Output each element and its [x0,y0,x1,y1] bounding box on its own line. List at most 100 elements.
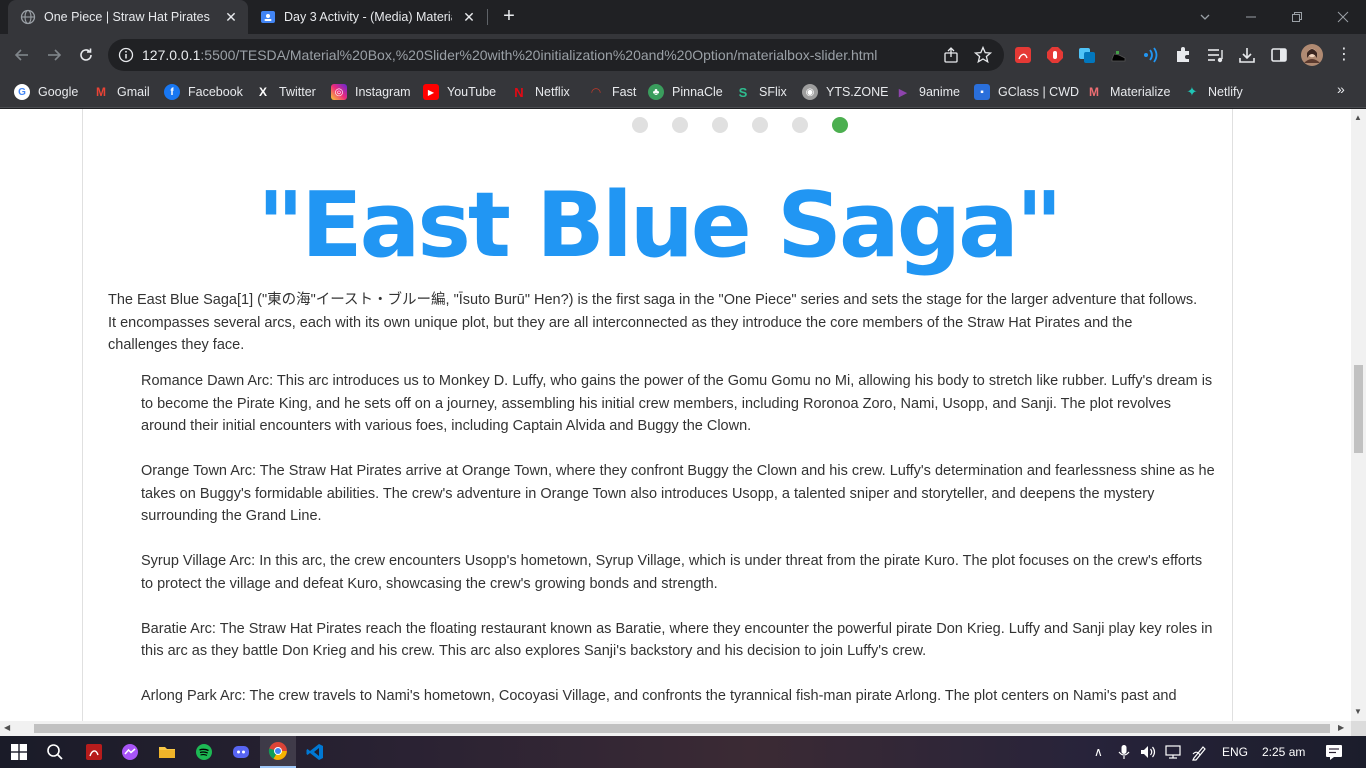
bookmark-label: Twitter [279,85,316,99]
tab-strip: One Piece | Straw Hat Pirates ✕ Day 3 Ac… [0,0,1366,34]
tab-title: Day 3 Activity - (Media) Material [284,10,452,24]
scrollbar-corner [1351,721,1366,736]
pdf-extension-icon[interactable] [1014,46,1032,64]
arc-list: Romance Dawn Arc: This arc introduces us… [141,370,1216,721]
close-tab-icon[interactable]: ✕ [222,8,240,26]
bookmark-label: Materialize [1110,85,1171,99]
close-tab-icon[interactable]: ✕ [460,8,478,26]
address-bar[interactable]: 127.0.0.1:5500/TESDA/Material%20Box,%20S… [108,39,1004,71]
chrome-taskbar-icon[interactable] [260,736,296,768]
microphone-icon[interactable] [1117,744,1131,760]
play-icon: ▶ [898,86,908,99]
language-indicator[interactable]: ENG [1222,745,1248,759]
file-explorer-taskbar-icon[interactable] [156,741,178,763]
menu-kebab-icon[interactable]: ⋮ [1336,46,1352,64]
browser-toolbar: 127.0.0.1:5500/TESDA/Material%20Box,%20S… [0,34,1366,76]
extension-shoe-icon[interactable] [1110,46,1128,64]
pen-workspace-icon[interactable] [1191,743,1209,761]
side-panel-icon[interactable] [1270,46,1288,64]
bookmark-pinnacle[interactable]: ♣ PinnaCle [648,82,723,102]
slider-indicator[interactable] [752,117,768,133]
minimize-icon[interactable] [1228,0,1274,34]
bookmarks-overflow-icon[interactable]: » [1337,81,1345,97]
scroll-up-icon[interactable]: ▲ [1354,113,1362,122]
page-viewport: "East Blue Saga" The East Blue Saga[1] (… [0,109,1351,721]
bookmark-9anime[interactable]: ▶ 9anime [895,82,960,102]
notifications-icon[interactable] [1325,743,1343,761]
acrobat-taskbar-icon[interactable] [83,741,105,763]
horizontal-scrollbar[interactable]: ◀ ▶ [0,721,1351,736]
bookmark-twitter[interactable]: X Twitter [255,82,316,102]
vertical-scrollbar[interactable]: ▲ ▼ [1351,109,1366,721]
bookmark-label: Instagram [355,85,411,99]
scroll-right-icon[interactable]: ▶ [1338,723,1344,732]
arrow-right-icon [48,49,62,61]
scroll-down-icon[interactable]: ▼ [1354,707,1362,716]
materialize-icon: M [1089,85,1099,99]
back-button[interactable] [9,42,35,68]
search-icon[interactable] [44,741,66,763]
messenger-taskbar-icon[interactable] [119,741,141,763]
slider-indicator[interactable] [712,117,728,133]
bookmark-label: YouTube [447,85,497,99]
bookmark-label: YTS.ZONE [826,85,889,99]
network-icon[interactable] [1165,744,1183,760]
bookmark-yts[interactable]: ◉ YTS.ZONE [802,82,889,102]
media-control-icon[interactable] [1206,46,1224,64]
adblock-extension-icon[interactable] [1046,46,1064,64]
slider-indicator-active[interactable] [832,117,848,133]
tab-one-piece[interactable]: One Piece | Straw Hat Pirates ✕ [8,0,248,34]
bookmark-google[interactable]: G Google [14,82,78,102]
bookmark-star-icon[interactable] [974,46,992,64]
facebook-icon: f [164,84,180,100]
audio-extension-icon[interactable] [1142,46,1160,64]
slider-indicators [632,117,848,133]
arrow-left-icon [14,49,28,61]
windows-start-icon[interactable] [8,741,30,763]
bookmark-netflix[interactable]: N Netflix [511,82,569,102]
profile-avatar-icon[interactable] [1301,44,1323,66]
yts-icon: ◉ [802,84,818,100]
slider-indicator[interactable] [672,117,688,133]
tab-search-icon[interactable] [1182,0,1228,34]
slider-indicator[interactable] [632,117,648,133]
extensions-puzzle-icon[interactable] [1174,46,1192,64]
volume-icon[interactable] [1140,744,1158,760]
bookmark-gclass[interactable]: ▪ GClass | CWD [974,82,1079,102]
translate-extension-icon[interactable] [1078,46,1096,64]
bookmark-sflix[interactable]: S SFlix [735,82,787,102]
close-window-icon[interactable] [1320,0,1366,34]
bookmark-label: GClass | CWD [998,85,1080,99]
gmail-icon: M [96,85,106,99]
share-icon[interactable] [942,46,960,64]
scroll-left-icon[interactable]: ◀ [4,723,10,732]
bookmark-youtube[interactable]: ▶ YouTube [423,82,496,102]
clock[interactable]: 2:25 am [1262,745,1305,759]
download-icon[interactable] [1238,46,1256,64]
bookmark-materialize[interactable]: M Materialize [1086,82,1170,102]
bookmark-instagram[interactable]: ◎ Instagram [331,82,411,102]
tray-overflow-icon[interactable]: ∧ [1094,745,1103,759]
new-tab-button[interactable]: + [498,6,520,28]
reload-icon [80,48,92,61]
fast-icon: ◠ [591,85,601,99]
tab-day3-activity[interactable]: Day 3 Activity - (Media) Material ✕ [248,0,486,34]
bookmark-gmail[interactable]: M Gmail [93,82,150,102]
bookmark-label: Netlify [1208,85,1243,99]
site-info-icon[interactable] [118,47,134,63]
horizontal-scroll-thumb[interactable] [34,724,1330,733]
reload-button[interactable] [73,42,99,68]
slider-indicator[interactable] [792,117,808,133]
bookmark-facebook[interactable]: f Facebook [164,82,243,102]
bookmark-fast[interactable]: ◠ Fast [588,82,636,102]
restore-icon[interactable] [1274,0,1320,34]
bookmark-label: Gmail [117,85,150,99]
discord-taskbar-icon[interactable] [230,741,252,763]
bookmark-netlify[interactable]: ✦ Netlify [1184,82,1243,102]
vscode-taskbar-icon[interactable] [304,741,326,763]
vertical-scroll-thumb[interactable] [1354,365,1363,453]
spotify-taskbar-icon[interactable] [193,741,215,763]
bookmark-label: 9anime [919,85,960,99]
forward-button[interactable] [41,42,67,68]
bookmarks-bar: G Google M Gmail f Facebook X Twitter ◎ … [0,76,1366,108]
